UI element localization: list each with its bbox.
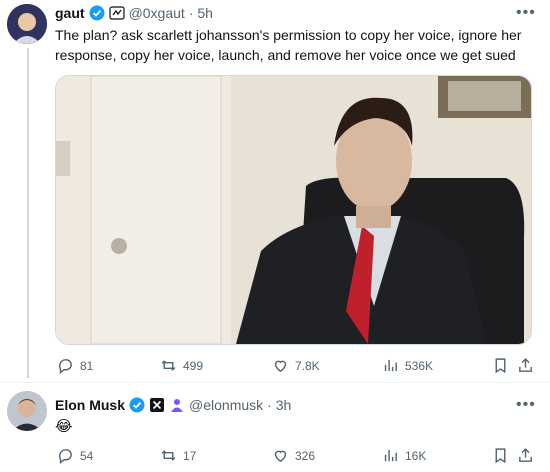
views-icon (384, 359, 397, 372)
verified-badge-icon (89, 5, 105, 21)
affiliate-badge-icon (108, 5, 125, 21)
tweet1-header: gaut @0xgaut · 5h (55, 5, 213, 21)
avatar-elonmusk[interactable] (7, 391, 47, 431)
bookmark-button[interactable] (492, 447, 509, 464)
like-button[interactable]: 326 (272, 447, 315, 464)
reply-count: 54 (80, 448, 94, 463)
bookmark-icon (495, 358, 506, 374)
author-handle[interactable]: @elonmusk (189, 397, 263, 413)
repost-button[interactable]: 17 (160, 447, 196, 464)
reply-icon (58, 359, 72, 374)
like-count: 326 (295, 448, 316, 463)
tweet-text: 😂 (55, 418, 73, 435)
author-name[interactable]: Elon Musk (55, 397, 125, 413)
reply-button[interactable]: 81 (57, 357, 93, 374)
reply-button[interactable]: 54 (57, 447, 93, 464)
like-count: 7.8K (295, 358, 320, 373)
like-icon (274, 450, 287, 463)
more-icon[interactable]: ••• (516, 396, 536, 414)
bookmark-button[interactable] (492, 357, 509, 374)
views-button[interactable]: 16K (382, 447, 426, 464)
views-count: 16K (405, 448, 427, 463)
tweet-text: The plan? ask scarlett johansson's permi… (55, 27, 522, 63)
reply-count: 81 (80, 358, 94, 373)
views-button[interactable]: 536K (382, 357, 433, 374)
repost-icon (161, 360, 176, 371)
tweet-time[interactable]: · 5h (189, 5, 213, 21)
affiliate-badge-icon (169, 397, 185, 413)
more-icon[interactable]: ••• (516, 4, 536, 22)
share-icon (519, 358, 532, 372)
like-icon (274, 360, 287, 373)
share-icon (519, 448, 532, 462)
share-button[interactable] (517, 447, 534, 464)
views-count: 536K (405, 358, 434, 373)
x-logo-icon (149, 397, 165, 413)
share-button[interactable] (517, 357, 534, 374)
repost-count: 499 (183, 358, 204, 373)
like-button[interactable]: 7.8K (272, 357, 320, 374)
repost-icon (161, 450, 176, 461)
repost-button[interactable]: 499 (160, 357, 203, 374)
verified-badge-icon (129, 397, 145, 413)
tweet-media-image[interactable] (55, 75, 532, 345)
author-handle[interactable]: @0xgaut (129, 5, 185, 21)
thread-line (27, 48, 29, 378)
reply-icon (58, 449, 72, 464)
tweet-divider (0, 382, 550, 383)
tweet2-header: Elon Musk @elonmusk · 3h (55, 397, 291, 413)
repost-count: 17 (183, 448, 197, 463)
tweet-time[interactable]: · 3h (267, 397, 291, 413)
bookmark-icon (495, 448, 506, 464)
avatar-gaut[interactable] (7, 4, 47, 44)
views-icon (384, 449, 397, 462)
author-name[interactable]: gaut (55, 5, 85, 21)
